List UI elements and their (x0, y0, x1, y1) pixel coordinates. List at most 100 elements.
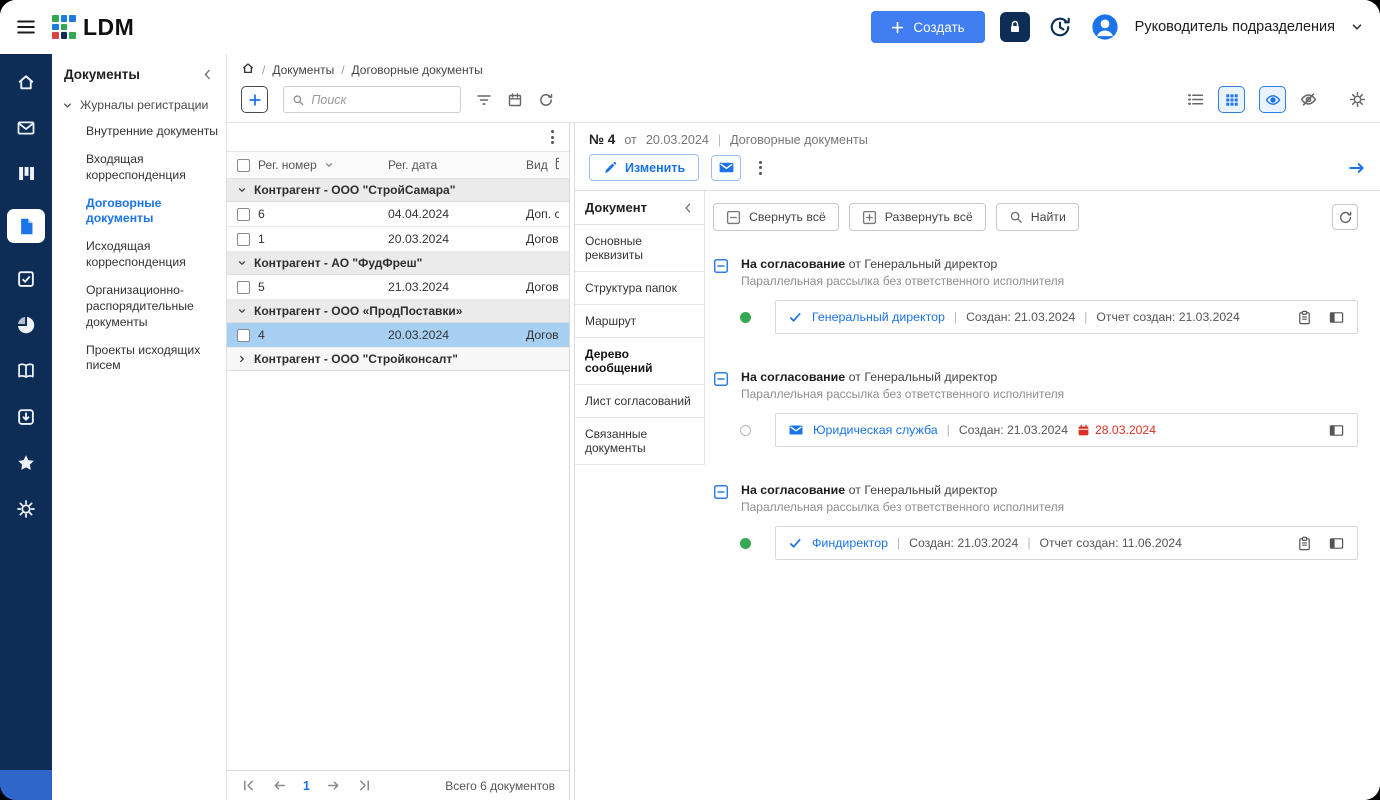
star-icon[interactable] (16, 453, 36, 473)
menu-icon[interactable] (16, 17, 36, 37)
table-row-4-selected[interactable]: 4 20.03.2024 Договор (227, 323, 569, 348)
tab-main-requisites[interactable]: Основные реквизиты (575, 225, 704, 272)
create-button[interactable]: Создать (871, 11, 984, 43)
approver-link[interactable]: Юридическая служба (813, 423, 938, 437)
avatar[interactable] (1090, 12, 1120, 42)
chevron-down-icon[interactable] (1350, 20, 1364, 34)
search-input[interactable] (311, 93, 452, 107)
created-label: Создан: 21.03.2024 (966, 310, 1075, 324)
collapse-node-icon[interactable] (713, 484, 729, 500)
refresh-icon[interactable] (538, 92, 554, 108)
node-action-label: На согласование (741, 370, 845, 384)
group-row-foodfresh[interactable]: Контрагент - АО "ФудФреш" (227, 252, 569, 275)
table-row-1[interactable]: 1 20.03.2024 Договор (227, 227, 569, 252)
lock-icon[interactable] (1000, 12, 1030, 42)
collapse-node-icon[interactable] (713, 371, 729, 387)
select-all-checkbox[interactable] (237, 159, 250, 172)
column-kind[interactable]: Вид (526, 158, 548, 172)
approver-link[interactable]: Финдиректор (812, 536, 888, 550)
last-page-icon[interactable] (357, 778, 372, 793)
sidebar-item-outgoing[interactable]: Исходящая корреспонденция (52, 233, 226, 277)
open-card-panel-icon[interactable] (1328, 536, 1345, 551)
table-row-5[interactable]: 5 21.03.2024 Договор (227, 275, 569, 300)
more-actions-kebab-icon[interactable] (753, 159, 768, 177)
first-page-icon[interactable] (241, 778, 256, 793)
sidebar-item-internal-docs[interactable]: Внутренние документы (52, 118, 226, 146)
hide-eye-off-icon[interactable] (1300, 91, 1317, 108)
main-area: / Документы / Договорные документы (227, 54, 1380, 800)
sort-caret-icon[interactable] (324, 160, 334, 170)
send-mail-icon[interactable] (711, 155, 741, 181)
current-page[interactable]: 1 (303, 779, 310, 793)
mail-icon[interactable] (16, 118, 36, 138)
home-icon[interactable] (16, 72, 36, 92)
list-menu-kebab-icon[interactable] (548, 127, 557, 147)
home-breadcrumb-icon[interactable] (241, 61, 255, 78)
inbox-download-icon[interactable] (16, 407, 36, 427)
collapse-node-icon[interactable] (713, 258, 729, 274)
group-row-stroysamara[interactable]: Контрагент - ООО "СтройСамара" (227, 179, 569, 202)
tasks-icon[interactable] (16, 269, 36, 289)
report-clipboard-icon[interactable] (1297, 310, 1312, 325)
documents-panel: Документы Журналы регистрации Внутренние… (52, 54, 227, 800)
approver-link[interactable]: Генеральный директор (812, 310, 945, 324)
breadcrumb-contracts[interactable]: Договорные документы (352, 63, 483, 77)
edit-button[interactable]: Изменить (589, 154, 699, 181)
tree-node: На согласование от Генеральный директор … (713, 483, 1358, 560)
tab-approval-sheet[interactable]: Лист согласований (575, 385, 704, 418)
view-grid-icon[interactable] (1218, 86, 1245, 113)
list-subheader (227, 123, 569, 152)
cell-reg-date: 20.03.2024 (388, 328, 518, 342)
document-title: № 4 от 20.03.2024 | Договорные документы (575, 123, 1380, 149)
row-checkbox[interactable] (237, 281, 250, 294)
tree-refresh-icon[interactable] (1332, 204, 1358, 230)
book-icon[interactable] (16, 361, 36, 381)
sidebar-item-org-docs[interactable]: Организационно-распорядительные документ… (52, 277, 226, 337)
tab-related-documents[interactable]: Связанные документы (575, 418, 704, 465)
cell-reg-number: 1 (258, 232, 380, 246)
group-row-stroykonsalt[interactable]: Контрагент - ООО "Стройконсалт" (227, 348, 569, 371)
row-checkbox[interactable] (237, 208, 250, 221)
approval-card[interactable]: Юридическая служба | Создан: 21.03.2024 … (775, 413, 1358, 447)
report-clipboard-icon[interactable] (1297, 536, 1312, 551)
show-eye-icon[interactable] (1259, 86, 1286, 113)
sidebar-item-incoming[interactable]: Входящая корреспонденция (52, 146, 226, 190)
view-list-icon[interactable] (1187, 91, 1204, 108)
open-fullscreen-arrow-icon[interactable] (1348, 159, 1366, 177)
history-icon[interactable] (1045, 12, 1075, 42)
column-reg-number[interactable]: Рег. номер (258, 158, 317, 172)
kanban-icon[interactable] (17, 164, 36, 183)
journals-group[interactable]: Журналы регистрации (52, 92, 226, 118)
row-checkbox[interactable] (237, 233, 250, 246)
next-page-icon[interactable] (326, 778, 341, 793)
row-checkbox[interactable] (237, 329, 250, 342)
collapse-all-button[interactable]: Свернуть всё (713, 203, 839, 231)
filter-icon[interactable] (476, 92, 492, 108)
column-reg-date[interactable]: Рег. дата (388, 158, 518, 172)
tab-message-tree[interactable]: Дерево сообщений (575, 338, 704, 385)
sidebar-item-contracts[interactable]: Договорные документы (52, 190, 226, 234)
breadcrumb-documents[interactable]: Документы (272, 63, 334, 77)
approval-card[interactable]: Генеральный директор | Создан: 21.03.202… (775, 300, 1358, 334)
documents-icon[interactable] (7, 209, 45, 243)
expand-all-button[interactable]: Развернуть всё (849, 203, 986, 231)
sidebar-item-draft-letters[interactable]: Проекты исходящих писем (52, 337, 226, 381)
pie-chart-icon[interactable] (16, 315, 36, 335)
settings-gear-icon[interactable] (16, 499, 36, 519)
table-row-6[interactable]: 6 04.04.2024 Доп. согла (227, 202, 569, 227)
tab-route[interactable]: Маршрут (575, 305, 704, 338)
add-document-button[interactable] (241, 86, 268, 113)
open-card-panel-icon[interactable] (1328, 423, 1345, 438)
open-card-panel-icon[interactable] (1328, 310, 1345, 325)
column-chooser-icon[interactable] (555, 156, 559, 174)
collapse-subnav-icon[interactable] (682, 202, 694, 214)
node-action-label: На согласование (741, 483, 845, 497)
group-row-prodpostavki[interactable]: Контрагент - ООО «ПродПоставки» (227, 300, 569, 323)
approval-card[interactable]: Финдиректор | Создан: 21.03.2024 | Отчет… (775, 526, 1358, 560)
prev-page-icon[interactable] (272, 778, 287, 793)
collapse-panel-icon[interactable] (201, 68, 214, 81)
calendar-icon[interactable] (507, 92, 523, 108)
find-button[interactable]: Найти (996, 203, 1079, 231)
tab-folder-structure[interactable]: Структура папок (575, 272, 704, 305)
table-settings-gear-icon[interactable] (1349, 91, 1366, 108)
